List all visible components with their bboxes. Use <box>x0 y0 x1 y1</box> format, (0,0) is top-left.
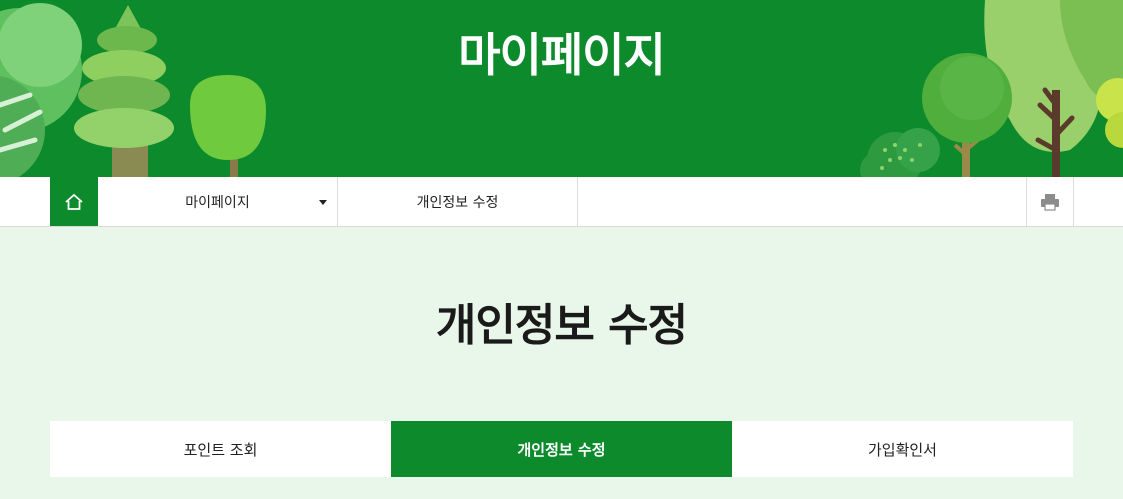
caret-down-icon <box>319 200 327 205</box>
location-bar: 마이페이지 개인정보 수정 <box>0 177 1123 227</box>
tab-edit-info[interactable]: 개인정보 수정 <box>391 421 732 477</box>
header-banner: 마이페이지 <box>0 0 1123 177</box>
page-title: 개인정보 수정 <box>435 300 688 351</box>
tab-membership-certificate[interactable]: 가입확인서 <box>732 421 1073 477</box>
location-label-mypage: 마이페이지 <box>185 194 250 211</box>
print-button[interactable] <box>1026 177 1074 226</box>
tab-label: 개인정보 수정 <box>517 440 606 459</box>
content-tabs: 포인트 조회 개인정보 수정 가입확인서 <box>50 421 1073 477</box>
location-item-edit-info[interactable]: 개인정보 수정 <box>338 177 578 226</box>
tab-points[interactable]: 포인트 조회 <box>50 421 391 477</box>
tab-label: 가입확인서 <box>867 440 937 459</box>
home-icon <box>65 193 83 210</box>
tab-label: 포인트 조회 <box>183 440 258 459</box>
banner-title: 마이페이지 <box>458 28 666 82</box>
home-button[interactable] <box>50 177 98 226</box>
location-label-edit-info: 개인정보 수정 <box>416 194 499 211</box>
location-dropdown-mypage[interactable]: 마이페이지 <box>98 177 338 226</box>
print-icon <box>1041 193 1059 211</box>
